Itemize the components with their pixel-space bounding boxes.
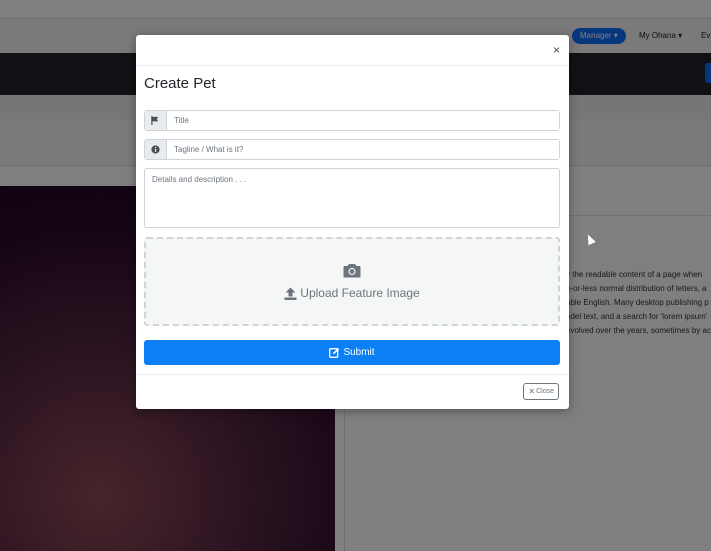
details-textarea[interactable]: [144, 168, 560, 228]
modal-title: Create Pet: [144, 75, 216, 92]
title-input-group: [144, 110, 560, 131]
edit-icon: [329, 347, 340, 358]
upload-icon: [284, 287, 297, 300]
title-input[interactable]: [167, 111, 559, 130]
submit-button[interactable]: Submit: [144, 340, 560, 365]
submit-label: Submit: [343, 347, 375, 358]
close-label: Close: [536, 388, 554, 395]
info-circle-icon: [145, 140, 167, 159]
camera-icon: [343, 263, 361, 283]
create-pet-modal: × Create Pet Upload Feature Image Submit: [136, 35, 569, 409]
flag-icon: [145, 111, 167, 130]
tagline-input[interactable]: [167, 140, 559, 159]
upload-dropzone[interactable]: Upload Feature Image: [144, 237, 560, 326]
upload-label-text: Upload Feature Image: [300, 286, 420, 300]
close-button[interactable]: ✕ Close: [523, 383, 559, 400]
tagline-input-group: [144, 139, 560, 160]
upload-feature-image-label[interactable]: Upload Feature Image: [284, 286, 420, 300]
modal-header-divider: [136, 65, 569, 66]
modal-close-icon[interactable]: ×: [553, 43, 560, 57]
times-icon: ✕: [528, 387, 536, 396]
modal-footer-divider: [136, 374, 569, 375]
